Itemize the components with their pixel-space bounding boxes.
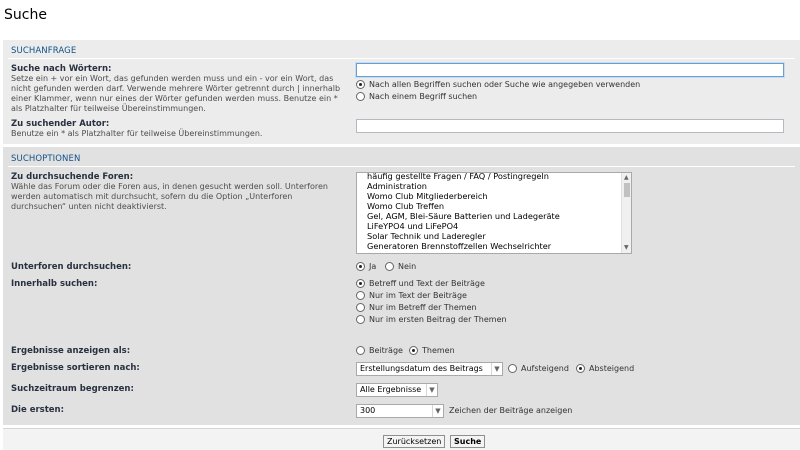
section-header-query: SUCHANFRAGE [11,46,77,56]
forum-option[interactable]: Womo Club Treffen [357,201,631,211]
search-button[interactable]: Suche [450,435,486,448]
display-posts-radio[interactable] [356,346,365,355]
forum-option[interactable]: Administration [357,181,631,191]
subforums-yes-option[interactable]: Ja [356,262,376,271]
sort-asc-label: Aufsteigend [521,364,569,373]
sort-desc-label: Absteigend [589,364,635,373]
first-chars-value: 300 [360,406,376,415]
within-subject-text-label: Betreff und Text der Beiträge [369,279,485,288]
terms-all-radio[interactable] [356,80,365,89]
forums-label: Zu durchsuchende Foren: [11,172,134,182]
time-limit-label: Suchzeitraum begrenzen: [11,384,134,394]
within-subject-option[interactable]: Nur im Betreff der Themen [356,303,477,312]
page-title: Suche [4,7,47,23]
terms-all-label: Nach allen Begriffen suchen oder Suche w… [369,80,641,89]
first-chars-suffix: Zeichen der Beiträge anzeigen [449,406,573,415]
display-posts-label: Beiträge [369,346,403,355]
subforums-no-label: Nein [398,262,417,271]
within-text-option[interactable]: Nur im Text der Beiträge [356,291,467,300]
listbox-scrollbar[interactable]: ▲ ▼ [621,173,631,253]
forums-listbox[interactable]: häufig gestellte Fragen / FAQ / Postingr… [356,172,632,254]
search-query-panel: SUCHANFRAGE Suche nach Wörtern: Setze ei… [3,40,800,144]
display-posts-option[interactable]: Beiträge [356,346,403,355]
subforums-no-radio[interactable] [385,262,394,271]
time-limit-select[interactable]: Alle Ergebnisse ▼ [356,383,438,397]
subforums-yes-radio[interactable] [356,262,365,271]
sort-by-label: Ergebnisse sortieren nach: [11,363,140,373]
sort-desc-option[interactable]: Absteigend [576,364,634,373]
within-subject-text-option[interactable]: Betreff und Text der Beiträge [356,279,485,288]
author-description: Benutze ein * als Platzhalter für teilwe… [11,129,263,138]
keywords-input[interactable] [356,63,784,77]
display-as-label: Ergebnisse anzeigen als: [11,346,131,356]
sort-by-value: Erstellungsdatum des Beitrags [360,364,483,373]
terms-any-radio[interactable] [356,92,365,101]
terms-any-option[interactable]: Nach einem Begriff suchen [356,92,477,101]
forums-description: Wähle das Forum oder die Foren aus, in d… [11,182,328,211]
divider [8,58,795,59]
keywords-label: Suche nach Wörtern: [11,64,112,74]
section-header-options: SUCHOPTIONEN [11,154,81,164]
reset-button[interactable]: Zurücksetzen [383,435,446,448]
subforums-yes-label: Ja [369,262,377,271]
divider [8,166,795,167]
chevron-down-icon: ▼ [432,405,443,417]
forum-option[interactable]: Generatoren Brennstoffzellen Wechselrich… [357,241,631,251]
sort-asc-option[interactable]: Aufsteigend [508,364,569,373]
subforums-label: Unterforen durchsuchen: [11,262,132,272]
scrollbar-thumb[interactable] [624,183,630,197]
display-topics-option[interactable]: Themen [409,346,455,355]
forum-option[interactable]: Gel, AGM, Blei-Säure Batterien und Ladeg… [357,211,631,221]
form-footer: Zurücksetzen Suche [3,428,800,450]
within-text-radio[interactable] [356,291,365,300]
keywords-description: Setze ein + vor ein Wort, das gefunden w… [11,74,341,113]
within-first-post-label: Nur im ersten Beitrag der Themen [369,315,507,324]
chevron-down-icon: ▼ [491,363,502,375]
author-label: Zu suchender Autor: [11,119,110,129]
time-limit-value: Alle Ergebnisse [360,385,422,394]
within-subject-text-radio[interactable] [356,279,365,288]
terms-all-option[interactable]: Nach allen Begriffen suchen oder Suche w… [356,80,640,89]
search-within-label: Innerhalb suchen: [11,279,98,289]
chevron-down-icon: ▼ [426,384,437,396]
author-input[interactable] [356,119,784,133]
sort-by-select[interactable]: Erstellungsdatum des Beitrags ▼ [356,362,503,376]
first-chars-label: Die ersten: [11,405,64,415]
chevron-down-icon[interactable]: ▼ [624,245,629,251]
forum-option[interactable]: LiFeYPO4 und LiFePO4 [357,221,631,231]
display-topics-label: Themen [422,346,455,355]
within-subject-radio[interactable] [356,303,365,312]
first-chars-select[interactable]: 300 ▼ [356,404,444,418]
sort-desc-radio[interactable] [576,364,585,373]
forum-option[interactable]: häufig gestellte Fragen / FAQ / Postingr… [357,173,631,181]
sort-asc-radio[interactable] [508,364,517,373]
within-subject-label: Nur im Betreff der Themen [369,303,477,312]
display-topics-radio[interactable] [409,346,418,355]
subforums-no-option[interactable]: Nein [385,262,416,271]
within-first-post-radio[interactable] [356,315,365,324]
chevron-up-icon[interactable]: ▲ [624,175,629,181]
forum-option[interactable]: Womo Club Mitgliederbereich [357,191,631,201]
within-first-post-option[interactable]: Nur im ersten Beitrag der Themen [356,315,507,324]
terms-any-label: Nach einem Begriff suchen [369,92,478,101]
within-text-label: Nur im Text der Beiträge [369,291,467,300]
forum-option[interactable]: Solar Technik und Laderegler [357,231,631,241]
